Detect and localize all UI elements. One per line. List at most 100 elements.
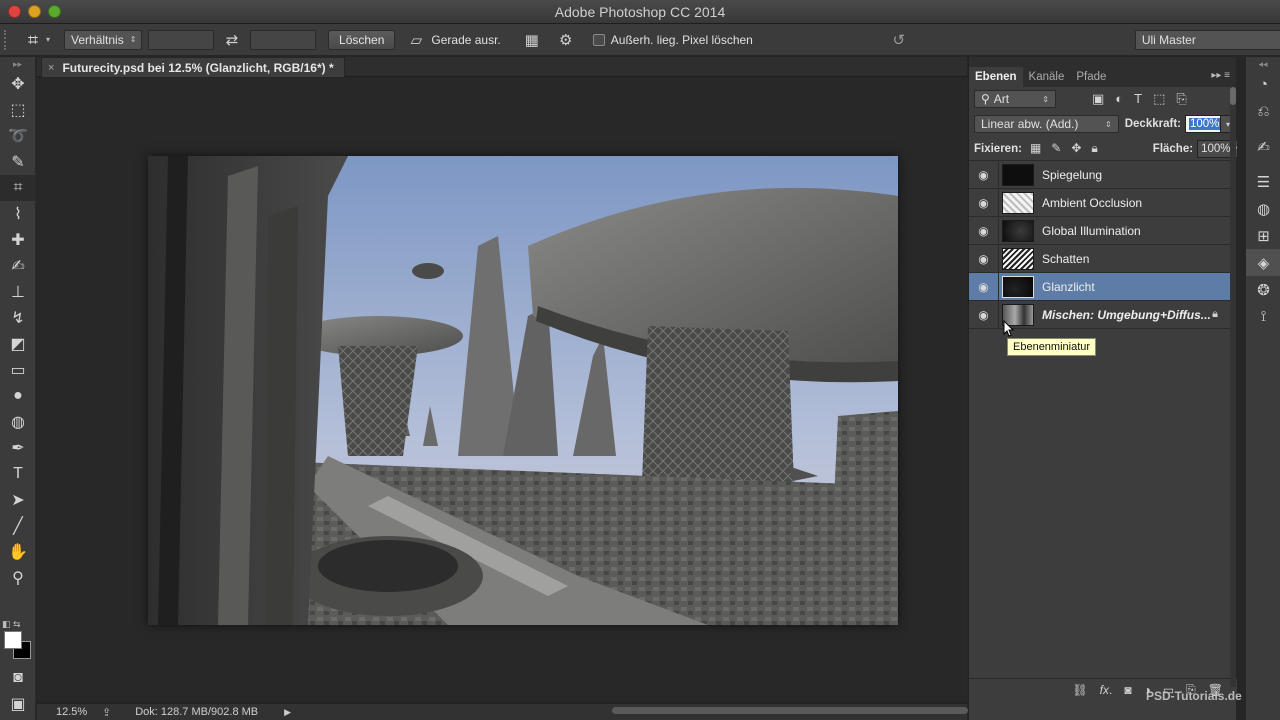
crop-tool-icon[interactable]: ⌗ <box>0 175 36 201</box>
lock-all-icon[interactable]: 🔒︎ <box>1091 141 1097 156</box>
quick-select-tool-icon[interactable]: ✎ <box>0 149 36 175</box>
layer-row[interactable]: ◉ Schatten <box>969 244 1236 273</box>
adjustment-filter-icon[interactable]: ◐ <box>1115 91 1123 107</box>
lock-position-icon[interactable]: ✥ <box>1071 141 1081 156</box>
dodge-tool-icon[interactable]: ◍ <box>0 409 36 435</box>
brush-presets-icon[interactable]: ✍ <box>1246 133 1280 160</box>
screen-mode-icon[interactable]: ▣ <box>0 691 36 717</box>
layer-thumbnail[interactable] <box>1002 275 1034 298</box>
layer-thumbnail[interactable] <box>1002 219 1034 242</box>
gradient-tool-icon[interactable]: ▭ <box>0 357 36 383</box>
document-canvas[interactable] <box>148 156 898 625</box>
eye-icon[interactable]: ◉ <box>969 272 999 301</box>
path-selection-tool-icon[interactable]: ➤ <box>0 487 36 513</box>
tool-preset-caret-icon[interactable]: ▾ <box>46 35 50 44</box>
layers-dock-icon[interactable]: ◈ <box>1246 249 1280 276</box>
navigator-icon[interactable]: ◔ <box>1246 71 1280 98</box>
foreground-color-swatch[interactable] <box>4 631 22 649</box>
maximize-window-button[interactable] <box>48 5 61 18</box>
eyedropper-tool-icon[interactable]: ⌇ <box>0 201 36 227</box>
tab-paths[interactable]: Pfade <box>1070 67 1112 87</box>
clear-button[interactable]: Löschen <box>328 29 396 50</box>
eye-icon[interactable]: ◉ <box>969 160 999 189</box>
gear-icon[interactable]: ⚙ <box>557 31 575 49</box>
document-tab[interactable]: × Futurecity.psd bei 12.5% (Glanzlicht, … <box>41 57 345 77</box>
workspace-select[interactable]: Uli Master ⇕ <box>1134 29 1280 50</box>
clone-stamp-tool-icon[interactable]: ⊥ <box>0 279 36 305</box>
pixel-filter-icon[interactable]: ▣ <box>1092 91 1104 107</box>
marquee-tool-icon[interactable]: ⬚ <box>0 97 36 123</box>
actions-icon[interactable]: ⊞ <box>1246 222 1280 249</box>
hand-tool-icon[interactable]: ✋ <box>0 539 36 565</box>
brush-tool-icon[interactable]: ✍ <box>0 253 36 279</box>
eye-icon[interactable]: ◉ <box>969 244 999 273</box>
status-menu-arrow-icon[interactable]: ▶ <box>284 707 291 718</box>
lock-transparency-icon[interactable]: ▦ <box>1030 141 1041 156</box>
layer-filter-select[interactable]: ⚲ Art ⇕ <box>974 90 1056 108</box>
ratio-width-field[interactable] <box>148 29 215 50</box>
layer-style-icon[interactable]: fx. <box>1100 683 1113 697</box>
tab-layers[interactable]: Ebenen <box>969 67 1023 87</box>
layers-scrollbar[interactable] <box>1230 87 1236 687</box>
options-bar-grip[interactable] <box>4 29 14 50</box>
layer-row-selected[interactable]: ◉ Glanzlicht <box>969 272 1236 301</box>
eye-icon[interactable]: ◉ <box>969 188 999 217</box>
swap-ratio-icon[interactable]: ⇄ <box>222 31 242 49</box>
layer-row[interactable]: ◉ Global Illumination <box>969 216 1236 245</box>
shape-filter-icon[interactable]: ⬚ <box>1153 91 1165 107</box>
history-brush-tool-icon[interactable]: ↯ <box>0 305 36 331</box>
layer-thumbnail[interactable] <box>1002 247 1034 270</box>
layer-thumbnail[interactable] <box>1002 191 1034 214</box>
link-layers-icon[interactable]: ⛓ <box>1072 683 1087 697</box>
eye-icon[interactable]: ◉ <box>969 216 999 245</box>
minimize-window-button[interactable] <box>28 5 41 18</box>
reset-icon[interactable]: ↺ <box>889 31 909 49</box>
layer-row[interactable]: ◉ Spiegelung <box>969 160 1236 189</box>
horizontal-scrollbar[interactable] <box>612 707 968 714</box>
panel-collapse-bar[interactable] <box>969 57 1236 67</box>
delete-cropped-pixels-checkbox[interactable] <box>592 33 605 46</box>
eraser-tool-icon[interactable]: ◩ <box>0 331 36 357</box>
zoom-level[interactable]: 12.5% <box>56 706 96 718</box>
lasso-tool-icon[interactable]: ➰ <box>0 123 36 149</box>
canvas-area[interactable] <box>37 78 967 700</box>
properties-icon[interactable]: ☰ <box>1246 168 1280 195</box>
blur-tool-icon[interactable]: ● <box>0 383 36 409</box>
straighten-icon[interactable]: ▱ <box>407 31 425 49</box>
line-tool-icon[interactable]: ╱ <box>0 513 36 539</box>
move-tool-icon[interactable]: ✥ <box>0 71 36 97</box>
paths-icon[interactable]: ⟟ <box>1246 303 1280 330</box>
ratio-select[interactable]: Verhältnis ⇕ <box>64 29 143 50</box>
blend-mode-select[interactable]: Linear abw. (Add.) ⇕ <box>974 115 1119 133</box>
adjustments-icon[interactable]: ◍ <box>1246 195 1280 222</box>
opacity-input[interactable]: 100% <box>1184 115 1221 133</box>
dock-grip[interactable]: ◂◂ <box>1246 57 1280 71</box>
quick-mask-icon[interactable]: ◙ <box>0 665 36 691</box>
crop-tool-preset-icon[interactable]: ⌗ <box>22 29 44 51</box>
close-tab-icon[interactable]: × <box>48 62 54 74</box>
add-mask-icon[interactable]: ◙ <box>1124 683 1131 697</box>
layer-thumbnail[interactable] <box>1002 163 1034 186</box>
tools-panel-grip[interactable]: ▸▸ <box>0 57 35 71</box>
channels-icon[interactable]: ❂ <box>1246 276 1280 303</box>
history-icon[interactable]: ⎌ <box>1246 98 1280 125</box>
close-window-button[interactable] <box>8 5 21 18</box>
type-filter-icon[interactable]: T <box>1134 91 1142 107</box>
ratio-height-field[interactable] <box>250 29 317 50</box>
healing-brush-tool-icon[interactable]: ✚ <box>0 227 36 253</box>
tab-channels[interactable]: Kanäle <box>1023 67 1071 87</box>
fill-input[interactable]: 100% <box>1197 139 1234 158</box>
smart-object-filter-icon[interactable]: ⎘ <box>1176 91 1186 107</box>
zoom-tool-icon[interactable]: ⚲ <box>0 565 36 591</box>
pen-tool-icon[interactable]: ✒ <box>0 435 36 461</box>
lock-image-pixels-icon[interactable]: ✎ <box>1051 141 1061 156</box>
grid-overlay-icon[interactable]: ▦ <box>523 31 541 49</box>
panel-menu-icon[interactable]: ▸▸ ≡ <box>1211 70 1230 81</box>
straighten-button[interactable]: Gerade ausr. <box>431 33 500 47</box>
eye-icon[interactable]: ◉ <box>969 300 999 329</box>
default-colors-icon[interactable]: ◧ ⇆ <box>2 619 21 630</box>
layer-row[interactable]: ◉ Ambient Occlusion <box>969 188 1236 217</box>
layers-scrollbar-thumb[interactable] <box>1230 87 1236 105</box>
type-tool-icon[interactable]: T <box>0 461 36 487</box>
export-icon[interactable]: ⇪ <box>102 706 111 719</box>
